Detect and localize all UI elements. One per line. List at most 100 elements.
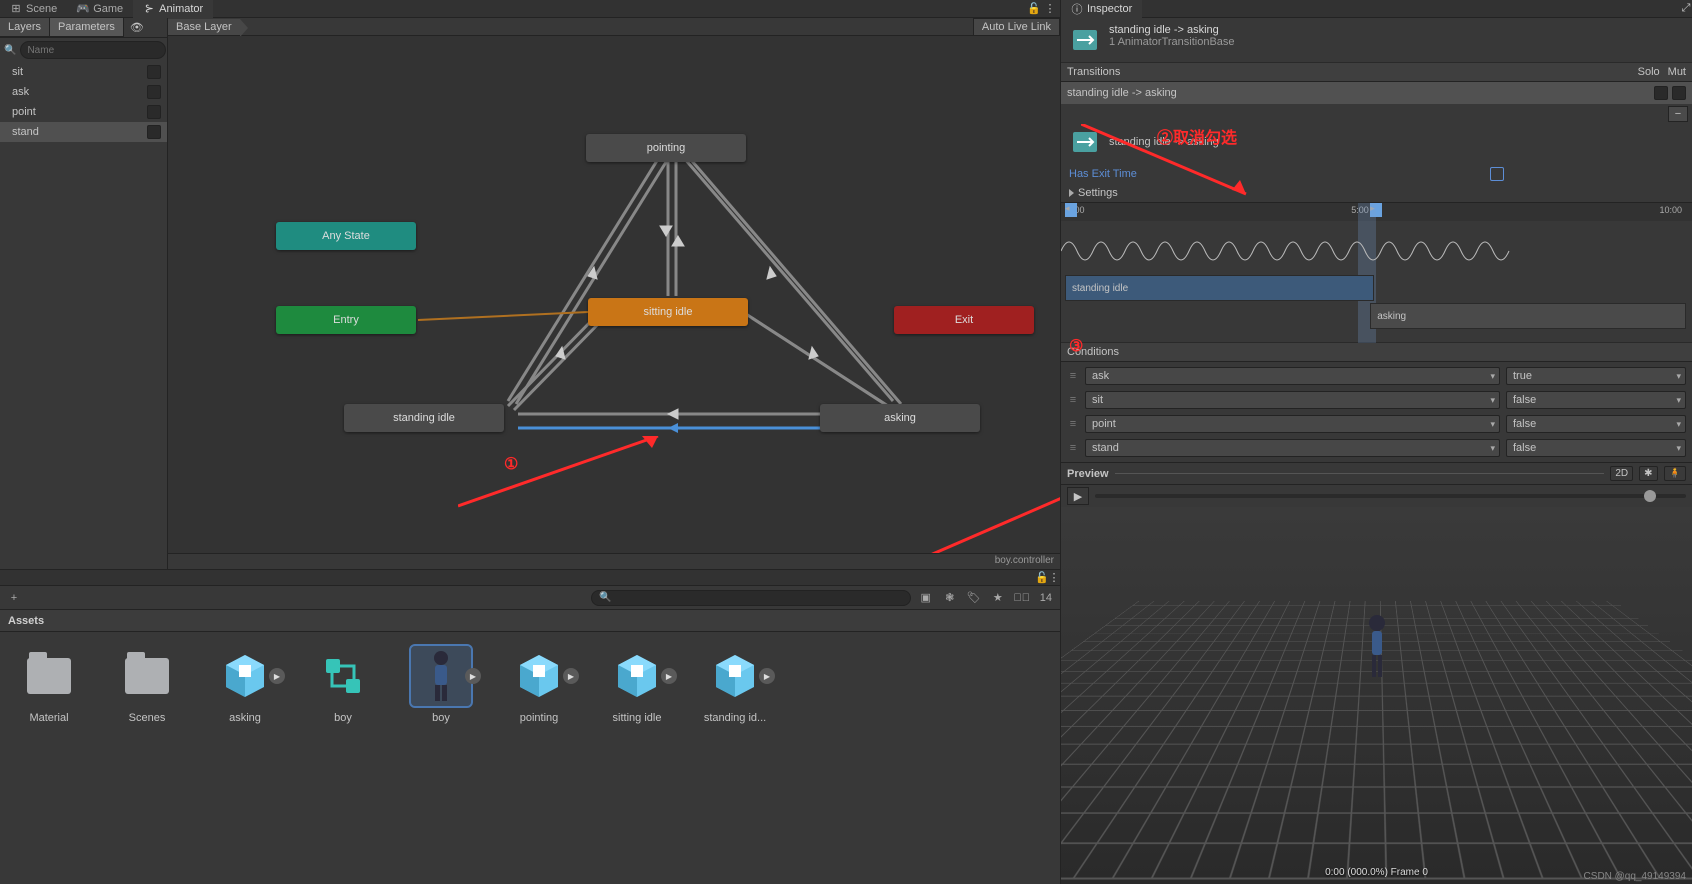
assets-header[interactable]: Assets [0,610,1060,632]
animclip-icon: ▶ [607,646,667,706]
param-checkbox[interactable] [147,85,161,99]
animator-sidebar: Layers Parameters 👁 🔍 +▾ sit ask point s… [0,18,168,569]
play-badge-icon: ▶ [465,668,481,684]
label-icon[interactable]: 🏷 [964,589,984,607]
asset-label: Scenes [129,712,166,724]
play-badge-icon: ▶ [563,668,579,684]
asset-item[interactable]: ▶ standing id... [698,646,772,870]
tab-label: Game [93,3,123,15]
asset-item[interactable]: Material [12,646,86,870]
mute-checkbox[interactable] [1672,86,1686,100]
drag-handle-icon[interactable]: ≡ [1067,370,1079,382]
state-node-standing-idle[interactable]: standing idle [344,404,504,432]
preview-speed-slider[interactable] [1095,494,1686,498]
state-node-entry[interactable]: Entry [276,306,416,334]
asset-item[interactable]: ▶pointing [502,646,576,870]
param-checkbox[interactable] [147,65,161,79]
lock-icon[interactable]: 🔓 [1036,572,1048,584]
star-icon[interactable]: ★ [988,589,1008,607]
timeline-clip-to[interactable]: asking [1370,303,1686,329]
gamepad-icon: 🎮 [77,3,89,15]
condition-param-dropdown[interactable]: ask [1085,367,1500,385]
transition-subtitle: 1 AnimatorTransitionBase [1109,36,1235,48]
state-node-exit[interactable]: Exit [894,306,1034,334]
transition-title: standing idle -> asking [1109,24,1235,36]
condition-value-dropdown[interactable]: false [1506,439,1686,457]
condition-value-dropdown[interactable]: false [1506,391,1686,409]
breadcrumb[interactable]: Base Layer [168,19,240,35]
auto-live-link-button[interactable]: Auto Live Link [973,18,1060,36]
play-badge-icon: ▶ [661,668,677,684]
hidden-count: 14 [1036,592,1056,604]
transition-list-item[interactable]: standing idle -> asking [1061,82,1692,104]
param-item[interactable]: point [0,102,167,122]
drag-handle-icon[interactable]: ≡ [1067,442,1079,454]
tab-inspector[interactable]: ⓘInspector [1061,0,1142,18]
drag-handle-icon[interactable]: ≡ [1067,418,1079,430]
preview-avatar-icon[interactable]: 🧍 [1664,466,1686,481]
state-node-pointing[interactable]: pointing [586,134,746,162]
condition-value-dropdown[interactable]: false [1506,415,1686,433]
preview-2d-button[interactable]: 2D [1610,466,1633,481]
state-node-asking[interactable]: asking [820,404,980,432]
parameters-button[interactable]: Parameters [50,18,124,37]
preview-light-icon[interactable]: ✱ [1639,466,1657,481]
project-search-input[interactable] [591,590,911,606]
search-icon: 🔍 [4,45,16,56]
hidden-icon[interactable]: 👁⃠ [1012,589,1032,607]
drag-handle-icon[interactable]: ≡ [1067,394,1079,406]
menu-icon[interactable]: ⋮ [1048,572,1060,584]
filter-icon[interactable]: ▣ [916,589,936,607]
graph-edges [168,36,1060,553]
param-checkbox[interactable] [147,125,161,139]
condition-param-dropdown[interactable]: point [1085,415,1500,433]
lock-icon[interactable]: 🔓 [1028,3,1040,15]
tab-label: Scene [26,3,57,15]
asset-item[interactable]: Scenes [110,646,184,870]
solo-checkbox[interactable] [1654,86,1668,100]
transition-timeline[interactable]: 0:00 5:00 10:00 ◂ ▸ standing idle asking [1061,202,1692,342]
animator-icon: ⊱ [143,3,155,15]
tab-game[interactable]: 🎮 Game [67,0,133,18]
condition-param-dropdown[interactable]: stand [1085,439,1500,457]
preview-viewport[interactable]: 0:00 (000.0%) Frame 0 CSDN @qq_49149394 [1061,507,1692,884]
param-item[interactable]: ask [0,82,167,102]
play-badge-icon: ▶ [759,668,775,684]
animator-graph[interactable]: pointing sitting idle standing idle aski… [168,36,1060,553]
condition-row: ≡ stand false [1061,436,1692,460]
chevron-right-icon [1069,189,1074,197]
controller-icon [313,646,373,706]
asset-item[interactable]: ▶sitting idle [600,646,674,870]
asset-item[interactable]: boy [306,646,380,870]
condition-value-dropdown[interactable]: true [1506,367,1686,385]
add-button[interactable]: + [4,589,24,607]
project-panel: 🔓 ⋮ + 🔍 ▣ ❃ 🏷 ★ 👁⃠ 14 Assets MaterialSce… [0,569,1060,884]
condition-param-dropdown[interactable]: sit [1085,391,1500,409]
param-item[interactable]: sit [0,62,167,82]
asset-item[interactable]: ▶asking [208,646,282,870]
param-item[interactable]: stand [0,122,167,142]
layers-button[interactable]: Layers [0,18,50,37]
state-node-sitting-idle[interactable]: sitting idle [588,298,748,326]
animclip-icon: ▶ [509,646,569,706]
param-search-input[interactable] [20,41,166,59]
has-exit-time-label: Has Exit Time [1069,168,1137,180]
expand-icon[interactable]: ⤢ [1680,3,1692,15]
asset-label: standing id... [704,712,766,724]
remove-transition-button[interactable]: − [1668,106,1688,122]
eye-icon[interactable]: 👁 [130,21,144,34]
state-node-any[interactable]: Any State [276,222,416,250]
timeline-clip-from[interactable]: standing idle [1065,275,1374,301]
param-checkbox[interactable] [147,105,161,119]
transition-icon [1069,24,1101,56]
has-exit-time-checkbox[interactable] [1490,167,1504,181]
menu-icon[interactable]: ⋮ [1044,3,1056,15]
asset-item[interactable]: ▶boy [404,646,478,870]
condition-row: ≡ asktrue [1061,364,1692,388]
tab-animator[interactable]: ⊱Animator [133,0,213,18]
tab-scene[interactable]: ⊞Scene [0,0,67,18]
settings-foldout[interactable]: Settings [1061,184,1692,202]
preview-play-button[interactable]: ▶ [1067,487,1089,505]
hierarchy-icon[interactable]: ❃ [940,589,960,607]
timeline-start-handle[interactable]: ◂ [1065,203,1077,217]
